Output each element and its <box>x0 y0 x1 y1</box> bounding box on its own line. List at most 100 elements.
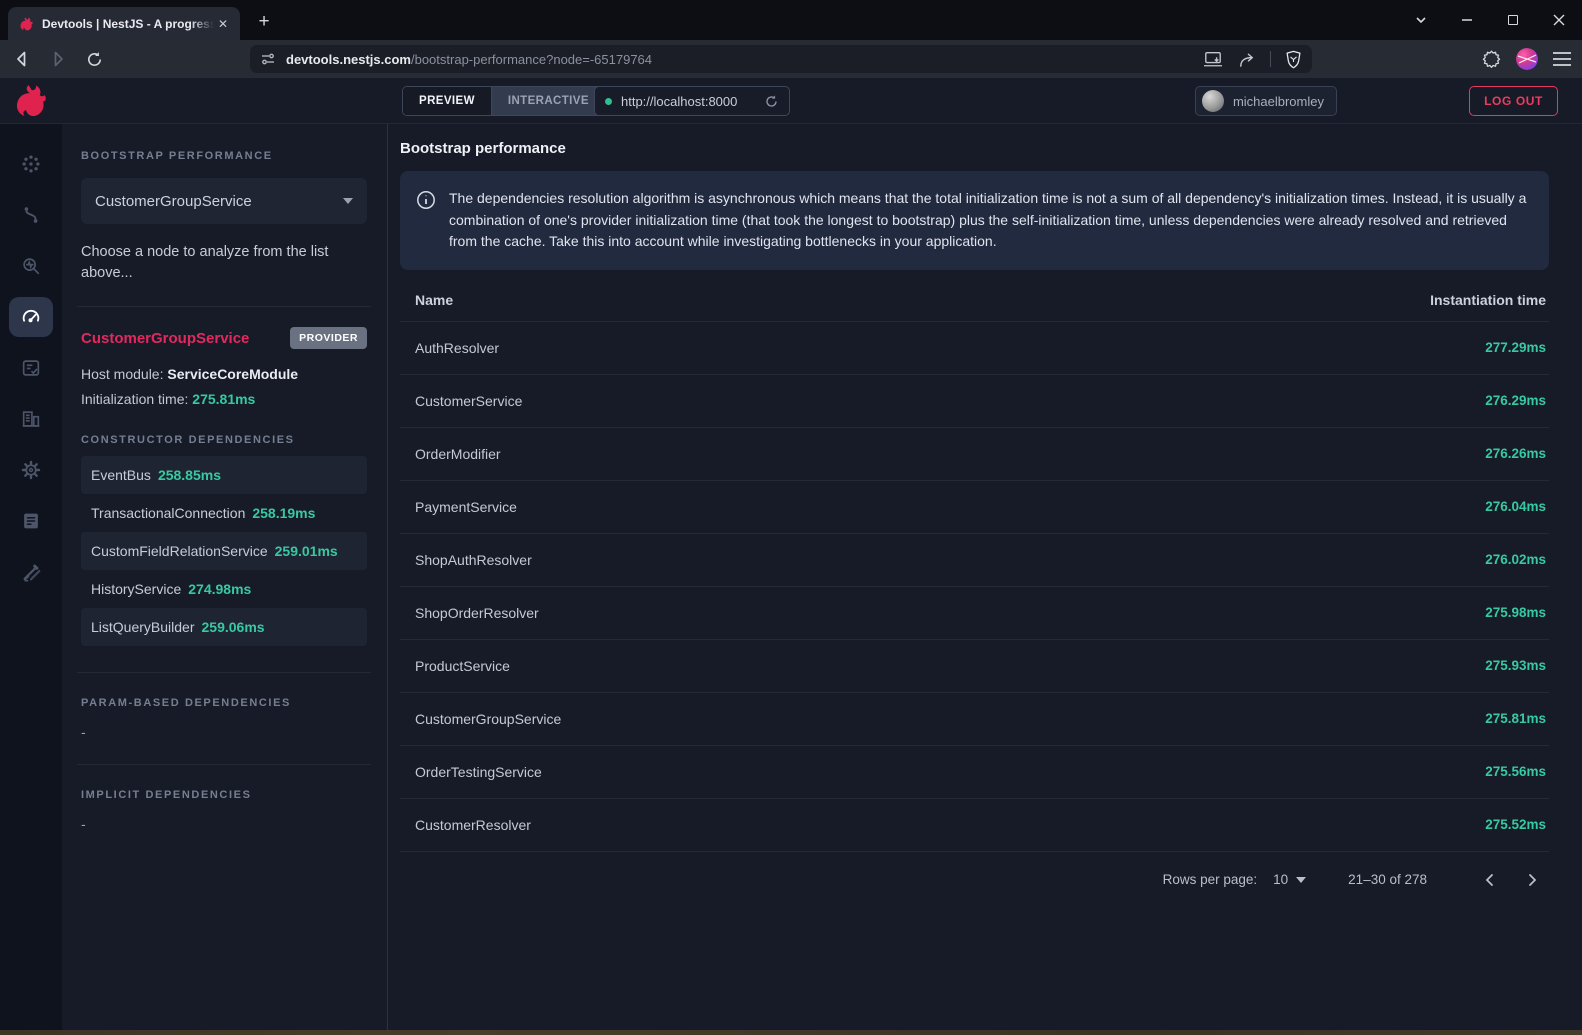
rows-per-page-select[interactable]: 10 <box>1273 872 1306 887</box>
sidebar-item-inspect[interactable] <box>9 246 53 286</box>
row-time: 277.29ms <box>1485 340 1546 355</box>
url-bar[interactable]: devtools.nestjs.com/bootstrap-performanc… <box>250 45 1312 73</box>
dependency-item[interactable]: TransactionalConnection258.19ms <box>81 494 367 532</box>
node-select-dropdown[interactable]: CustomerGroupService <box>81 178 367 224</box>
audit-checklist-icon <box>20 357 42 379</box>
dependency-name: EventBus <box>91 467 151 483</box>
row-time: 275.93ms <box>1485 658 1546 673</box>
target-reload-icon[interactable] <box>764 94 779 109</box>
sidebar-item-routes[interactable] <box>9 195 53 235</box>
table-row[interactable]: OrderTestingService 275.56ms <box>400 746 1549 799</box>
table-row[interactable]: OrderModifier 276.26ms <box>400 428 1549 481</box>
info-text: The dependencies resolution algorithm is… <box>449 188 1529 253</box>
sidebar-item-audit[interactable] <box>9 348 53 388</box>
preview-tab[interactable]: PREVIEW <box>403 87 492 115</box>
browser-tab[interactable]: Devtools | NestJS - A progressive ✕ <box>8 7 240 40</box>
page-title: Bootstrap performance <box>400 140 1549 157</box>
provider-badge: PROVIDER <box>290 327 367 349</box>
panel-hint-text: Choose a node to analyze from the list a… <box>81 242 367 284</box>
row-time: 276.29ms <box>1485 393 1546 408</box>
target-url: http://localhost:8000 <box>621 94 764 109</box>
brave-shield-icon[interactable] <box>1285 50 1302 69</box>
target-url-chip[interactable]: http://localhost:8000 <box>594 86 790 116</box>
app-header: PREVIEW INTERACTIVE http://localhost:800… <box>0 78 1582 124</box>
column-name: Name <box>415 292 453 308</box>
tab-search-icon[interactable] <box>1398 0 1444 40</box>
new-tab-button[interactable]: + <box>250 9 278 37</box>
table-row[interactable]: CustomerGroupService 275.81ms <box>400 693 1549 746</box>
window-bottom-edge <box>0 1030 1582 1035</box>
row-name: OrderModifier <box>415 446 501 462</box>
nestjs-favicon-icon <box>18 16 34 32</box>
row-name: CustomerService <box>415 393 522 409</box>
dependency-item[interactable]: ListQueryBuilder259.06ms <box>81 608 367 646</box>
main-content: Bootstrap performance The dependencies r… <box>388 124 1582 1030</box>
sidebar-item-docs[interactable] <box>9 501 53 541</box>
tab-close-icon[interactable]: ✕ <box>214 15 232 33</box>
table-header: Name Instantiation time <box>400 280 1549 322</box>
table-pagination: Rows per page: 10 21–30 of 278 <box>400 852 1549 908</box>
performance-gauge-icon <box>20 306 42 328</box>
logout-button[interactable]: LOG OUT <box>1469 86 1558 116</box>
browser-profile-avatar[interactable] <box>1516 48 1538 70</box>
extensions-icon[interactable] <box>1481 49 1502 70</box>
sidebar-item-graph[interactable] <box>9 144 53 184</box>
nestjs-logo-icon[interactable] <box>11 82 49 120</box>
dependency-item[interactable]: EventBus258.85ms <box>81 456 367 494</box>
table-row[interactable]: ShopAuthResolver 276.02ms <box>400 534 1549 587</box>
dependency-name: HistoryService <box>91 581 181 597</box>
row-time: 275.52ms <box>1485 817 1546 832</box>
browser-menu-icon[interactable] <box>1552 51 1572 67</box>
window-maximize-button[interactable] <box>1490 0 1536 40</box>
site-settings-icon[interactable] <box>260 51 276 67</box>
table-row[interactable]: CustomerService 276.29ms <box>400 375 1549 428</box>
window-close-button[interactable] <box>1536 0 1582 40</box>
dependency-time: 274.98ms <box>188 581 251 597</box>
user-avatar <box>1202 90 1224 112</box>
info-icon <box>416 190 436 210</box>
sidebar-item-settings[interactable] <box>9 450 53 490</box>
url-host: devtools.nestjs.com <box>286 52 411 67</box>
interactive-tab[interactable]: INTERACTIVE <box>492 87 605 115</box>
url-path: /bootstrap-performance?node=-65179764 <box>411 52 652 67</box>
panel-title: BOOTSTRAP PERFORMANCE <box>81 150 367 162</box>
divider <box>77 764 371 765</box>
sidebar-item-tools[interactable] <box>9 552 53 592</box>
forward-button[interactable] <box>44 45 72 73</box>
reload-button[interactable] <box>80 45 108 73</box>
user-chip[interactable]: michaelbromley <box>1195 86 1337 116</box>
table-row[interactable]: PaymentService 276.04ms <box>400 481 1549 534</box>
sidebar-item-modules[interactable] <box>9 399 53 439</box>
browser-titlebar: Devtools | NestJS - A progressive ✕ + <box>0 0 1582 40</box>
performance-table: Name Instantiation time AuthResolver 277… <box>400 280 1549 908</box>
back-button[interactable] <box>8 45 36 73</box>
previous-page-button[interactable] <box>1473 863 1507 897</box>
row-time: 275.98ms <box>1485 605 1546 620</box>
modules-building-icon <box>20 408 42 430</box>
host-module-line: Host module: ServiceCoreModule <box>81 366 367 382</box>
table-row[interactable]: ProductService 275.93ms <box>400 640 1549 693</box>
table-row[interactable]: CustomerResolver 275.52ms <box>400 799 1549 852</box>
selected-node-name: CustomerGroupService <box>81 330 249 347</box>
init-time-line: Initialization time: 275.81ms <box>81 391 367 407</box>
send-to-device-icon[interactable] <box>1203 50 1223 68</box>
share-icon[interactable] <box>1237 50 1256 69</box>
page-range: 21–30 of 278 <box>1348 872 1427 887</box>
inspect-icon <box>20 255 42 277</box>
row-time: 276.02ms <box>1485 552 1546 567</box>
next-page-button[interactable] <box>1515 863 1549 897</box>
divider <box>77 306 371 307</box>
bootstrap-performance-panel: BOOTSTRAP PERFORMANCE CustomerGroupServi… <box>62 124 387 1030</box>
dependency-item[interactable]: HistoryService 274.98ms <box>81 570 367 608</box>
table-row[interactable]: ShopOrderResolver 275.98ms <box>400 587 1549 640</box>
window-minimize-button[interactable] <box>1444 0 1490 40</box>
chevron-down-icon <box>1296 877 1306 883</box>
graph-nodes-icon <box>20 153 42 175</box>
dependency-item[interactable]: CustomFieldRelationService259.01ms <box>81 532 367 570</box>
sidebar-item-performance[interactable] <box>9 297 53 337</box>
row-name: ProductService <box>415 658 510 674</box>
table-row[interactable]: AuthResolver 277.29ms <box>400 322 1549 375</box>
row-name: PaymentService <box>415 499 517 515</box>
dependency-time: 259.01ms <box>275 543 338 559</box>
docs-icon <box>20 510 42 532</box>
